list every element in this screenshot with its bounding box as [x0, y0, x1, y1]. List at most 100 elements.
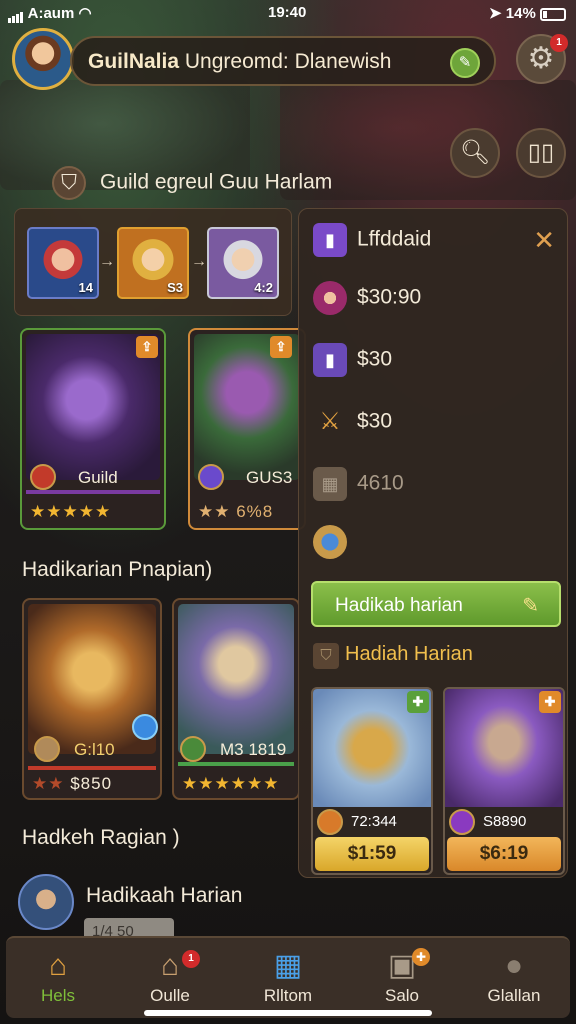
arrow-icon: →	[99, 253, 115, 270]
bottom-tab-bar: ⌂ Hels ⌂ Oulle 1 ▦ Rlltom ▣ Salo ✚ ● Glallan	[6, 936, 570, 1018]
settings-button[interactable]: ⚙ 1	[516, 34, 568, 84]
rank-icon	[30, 464, 56, 490]
shield-icon: ⛉	[313, 643, 339, 669]
tab-shop[interactable]: ▣ Salo ✚	[350, 946, 454, 1016]
hero-name: Guild	[78, 468, 118, 487]
house-icon: ⌂	[160, 949, 180, 982]
hero-name: M3 1819	[220, 740, 287, 759]
item-badge-icon	[449, 809, 475, 835]
reward-row[interactable]: ▮ $30	[313, 343, 392, 377]
daily-reward-title: ⛉ Hadiah Harian	[313, 643, 473, 669]
home-icon: ⌂	[48, 949, 68, 982]
portrait-level: 4:2	[254, 280, 273, 295]
reward-value: $30	[357, 347, 393, 371]
star-rating: ★★ 6%8	[198, 502, 273, 522]
star-rating: ★★★★★	[30, 502, 111, 522]
location-icon: ➤	[489, 5, 502, 22]
arrow-icon: →	[191, 253, 207, 270]
hero-portrait-1[interactable]: 14	[27, 227, 99, 299]
hero-card[interactable]: G:l10 ★★ $850	[22, 598, 162, 800]
guild-heading-text: Guild egreul Guu Harlam	[100, 170, 333, 194]
tab-label: Rlltom	[263, 986, 313, 1005]
section-title: Hadkeh Ragian )	[22, 826, 180, 849]
tab-guild[interactable]: ⌂ Oulle 1	[118, 946, 222, 1016]
section-title: Hadikarian Pnapian)	[22, 558, 213, 581]
reward-row[interactable]: ▦ 4610	[313, 467, 404, 501]
hero-bar	[178, 762, 294, 766]
shop-item[interactable]: ✚ S8890 $6:19	[443, 687, 565, 875]
battery-icon	[540, 7, 566, 21]
battery-label: 14%	[505, 5, 536, 22]
stars-text: ★★	[32, 774, 65, 793]
item-caption-bar: S8890	[445, 807, 563, 837]
hero-card[interactable]: ⇪ GUS3 ★★ 6%8	[188, 328, 306, 530]
upgrade-icon: ⇪	[136, 336, 158, 358]
chat-icon[interactable]: ✎	[450, 48, 480, 78]
swords-icon: ⚔	[319, 408, 341, 435]
daily-reward-label: Hadiah Harian	[345, 643, 473, 665]
item-caption: S8890	[483, 813, 527, 830]
crystal-icon: ▮	[313, 223, 347, 257]
upgrade-icon: ⇪	[270, 336, 292, 358]
hero-icon	[313, 281, 347, 315]
search-icon: 🔍︎	[459, 139, 491, 166]
guild-title-bar[interactable]: GuilNalia Ungreomd: Dlanewish ✎	[70, 36, 496, 86]
tab-home[interactable]: ⌂ Hels	[6, 946, 110, 1016]
hero-name: G:l10	[74, 740, 115, 759]
shop-item[interactable]: ✚ 72:344 $1:59	[311, 687, 433, 875]
tab-label: Salo	[384, 986, 420, 1005]
stars-text: ★★★★★★	[182, 774, 280, 793]
panel-title-row: ▮ Lffddaid	[313, 223, 431, 257]
hero-portrait-3[interactable]: 4:2	[207, 227, 279, 299]
person-icon: ●	[504, 949, 524, 982]
tab-label: Hels	[40, 986, 75, 1005]
hero-card[interactable]: ⇪ Guild ★★★★★	[20, 328, 166, 530]
notification-badge: 1	[550, 34, 568, 52]
member-name: Hadikaah Harian	[86, 884, 243, 907]
status-bar: A:aum ◠ 19:40 ➤ 14%	[0, 0, 576, 26]
item-caption-bar: 72:344	[313, 807, 431, 837]
reward-panel: ✕ ▮ Lffddaid $30:90 ▮ $30 ⚔ $30 ▦ 4610 Hadik…	[298, 208, 568, 878]
reward-value: 4610	[357, 471, 404, 495]
hero-name: GUS3	[246, 468, 293, 487]
hero-price: $850	[70, 774, 113, 793]
reward-row[interactable]: $30:90	[313, 281, 421, 315]
rank-icon	[180, 736, 206, 762]
claim-button[interactable]: Hadikab harian ✎	[311, 581, 561, 627]
item-price: $1:59	[315, 837, 429, 871]
tab-label: Oulle	[150, 986, 190, 1005]
hero-portrait-2[interactable]: S3	[117, 227, 189, 299]
shield-icon	[34, 736, 60, 762]
chest-icon: ▦	[313, 467, 347, 501]
book-button[interactable]: ▯▯	[516, 128, 566, 178]
hero-card[interactable]: M3 1819 ★★★★★★	[172, 598, 300, 800]
hero-bar	[26, 490, 160, 494]
map-icon: ▦	[273, 949, 303, 982]
stars-text: ★★ 6%8	[198, 502, 274, 521]
player-avatar[interactable]	[12, 28, 74, 90]
rank-icon	[198, 464, 224, 490]
search-button[interactable]: 🔍︎	[450, 128, 500, 178]
star-rating: ★★ $850	[32, 774, 112, 794]
reward-row[interactable]: ⚔ $30	[313, 405, 392, 439]
close-icon[interactable]: ✕	[533, 225, 555, 256]
member-avatar[interactable]	[18, 874, 74, 930]
reward-row[interactable]	[313, 525, 357, 559]
tab-platform[interactable]: ▦ Rlltom	[236, 946, 340, 1016]
claim-button-label: Hadikab harian	[335, 595, 463, 616]
star-rating: ★★★★★★	[182, 774, 279, 794]
item-caption: 72:344	[351, 813, 397, 830]
home-indicator	[144, 1010, 432, 1016]
alert-icon: ✚	[412, 948, 430, 966]
portrait-level: S3	[167, 280, 183, 295]
hero-bar	[28, 766, 156, 770]
reward-value: $30:90	[357, 285, 422, 309]
pencil-icon: ✎	[522, 595, 539, 617]
bag-icon: ▣	[387, 949, 417, 982]
upgrade-path: 14 → S3 → 4:2	[14, 208, 292, 316]
clock: 19:40	[268, 4, 307, 21]
tab-profile[interactable]: ● Glallan	[462, 946, 566, 1016]
guild-heading: ⛉ Guild egreul Guu Harlam	[52, 166, 332, 200]
guild-name: GuilNalia	[88, 50, 180, 73]
plus-icon: ✚	[407, 691, 429, 713]
